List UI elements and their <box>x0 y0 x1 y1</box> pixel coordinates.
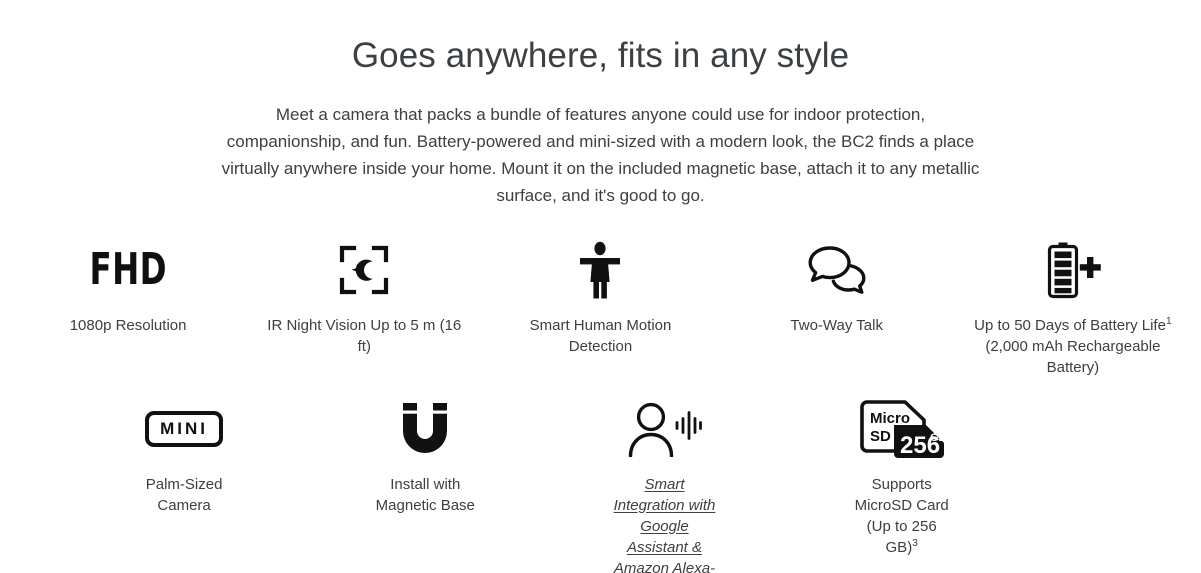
feature-item-magnetic-base: Install with Magnetic Base <box>368 398 482 573</box>
intro-paragraph-container: Meet a camera that packs a bundle of fea… <box>0 101 1201 209</box>
feature-caption-human-motion: Smart Human Motion Detection <box>529 316 672 355</box>
night-vision-icon <box>340 245 389 294</box>
feature-item-resolution: FHD 1080p Resolution <box>10 239 246 378</box>
battery-caption-before: Up to 50 Days of Battery Life <box>974 316 1166 334</box>
fhd-wordmark-icon-box: FHD <box>81 239 176 301</box>
magnet-icon-box <box>400 398 450 460</box>
voice-assistant-icon-box <box>626 398 703 460</box>
feature-item-human-motion: Smart Human Motion Detection <box>482 239 718 378</box>
night-vision-icon-box <box>338 239 390 301</box>
feature-row-2: MINI Palm-Sized Camera Install with Magn… <box>10 398 1191 573</box>
two-way-talk-icon-box <box>807 239 867 301</box>
two-way-talk-icon <box>808 245 866 294</box>
smart-integration-caption-before: Smart Integration with Google Assistant … <box>613 475 716 573</box>
feature-item-smart-integration[interactable]: Smart Integration with Google Assistant … <box>610 398 718 573</box>
feature-item-microsd: Micro SD 256 GB Supports MicroSD Card (U… <box>849 398 955 573</box>
feature-caption-palm-sized: Palm-Sized Camera <box>145 475 223 514</box>
page-title: Goes anywhere, fits in any style <box>351 36 850 75</box>
microsd-caption-footnote: 3 <box>912 537 918 549</box>
human-motion-icon <box>580 241 621 298</box>
feature-item-two-way-talk: Two-Way Talk <box>719 239 955 378</box>
battery-plus-icon-box <box>1045 239 1101 301</box>
feature-grid: FHD 1080p Resolution IR Night Vision Up … <box>0 239 1201 573</box>
human-motion-icon-box <box>578 239 622 301</box>
microsd-label-unit: GB <box>930 432 946 444</box>
feature-caption-smart-integration-link[interactable]: Smart Integration with Google Assistant … <box>610 474 718 573</box>
battery-caption-footnote: 1 <box>1165 315 1172 327</box>
microsd-label-micro: Micro <box>870 410 910 427</box>
feature-caption-resolution: 1080p Resolution <box>69 316 187 334</box>
product-feature-section: Goes anywhere, fits in any style Meet a … <box>0 0 1201 573</box>
feature-row-1: FHD 1080p Resolution IR Night Vision Up … <box>10 239 1191 378</box>
mini-badge-icon-box: MINI <box>145 398 224 460</box>
mini-badge-icon: MINI <box>145 410 224 447</box>
battery-caption-after: (2,000 mAh Rechargeable Battery) <box>985 337 1161 376</box>
intro-paragraph: Meet a camera that packs a bundle of fea… <box>221 104 980 205</box>
microsd-card-icon: Micro SD 256 GB <box>859 399 946 459</box>
feature-item-palm-sized: MINI Palm-Sized Camera <box>122 398 246 573</box>
microsd-label-sd: SD <box>870 428 891 445</box>
feature-caption-microsd: Supports MicroSD Card (Up to 256 GB)3 <box>849 474 955 558</box>
microsd-caption-before: Supports MicroSD Card (Up to 256 GB) <box>854 475 949 556</box>
feature-caption-battery-life: Up to 50 Days of Battery Life1 (2,000 mA… <box>970 315 1175 378</box>
feature-item-night-vision: IR Night Vision Up to 5 m (16 ft) <box>246 239 482 378</box>
microsd-card-icon-box: Micro SD 256 GB <box>858 398 946 460</box>
magnet-icon <box>402 402 449 453</box>
feature-caption-two-way-talk: Two-Way Talk <box>790 316 883 334</box>
feature-caption-night-vision: IR Night Vision Up to 5 m (16 ft) <box>267 316 462 355</box>
voice-assistant-icon <box>629 402 703 457</box>
feature-item-battery-life: Up to 50 Days of Battery Life1 (2,000 mA… <box>955 239 1191 378</box>
feature-caption-magnetic-base: Install with Magnetic Base <box>375 475 475 514</box>
battery-plus-icon <box>1047 242 1101 298</box>
fhd-wordmark-icon: FHD <box>89 243 167 295</box>
